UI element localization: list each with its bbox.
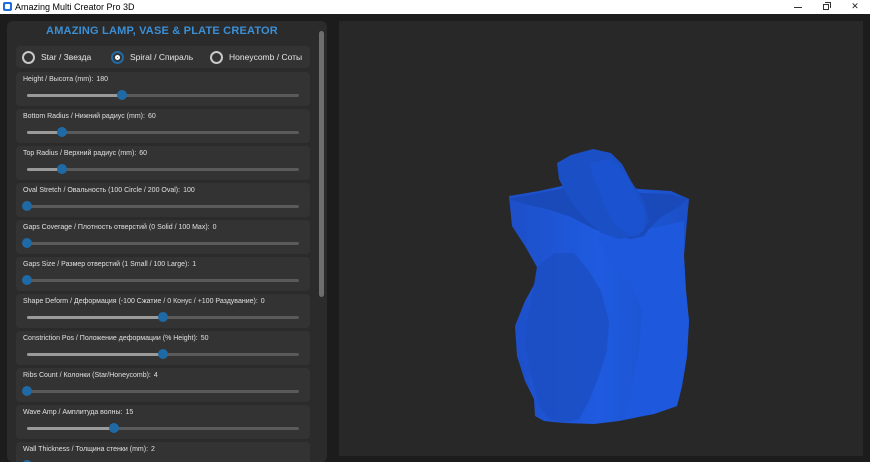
slider-thumb[interactable] [57, 127, 68, 137]
slider-label-text: Shape Deform / Деформация (-100 Сжатие /… [23, 298, 258, 305]
slider-thumb[interactable] [158, 312, 168, 322]
slider-thumb[interactable] [22, 238, 32, 248]
slider-fill [27, 316, 163, 319]
radio-dot [22, 50, 35, 64]
slider-value: 2 [151, 446, 155, 453]
slider-label: Oval Stretch / Овальность (100 Circle / … [23, 187, 195, 194]
slider-label: Gaps Coverage / Плотность отверстий (0 S… [23, 224, 217, 231]
slider-card: Constriction Pos / Положение деформации … [16, 331, 310, 365]
slider-label-text: Wall Thickness / Толщина стенки (mm): [23, 446, 149, 453]
slider-thumb[interactable] [22, 275, 32, 285]
slider-card: Gaps Size / Размер отверстий (1 Small / … [16, 257, 310, 291]
slider-value: 1 [192, 261, 197, 268]
slider-track[interactable] [22, 201, 299, 211]
slider-track[interactable] [27, 312, 299, 322]
slider-track[interactable] [27, 349, 299, 359]
radio-star[interactable]: Star / Звезда [22, 49, 91, 65]
slider-card: Height / Высота (mm): 180 [16, 72, 310, 106]
close-button[interactable]: ✕ [844, 0, 866, 14]
slider-label: Gaps Size / Размер отверстий (1 Small / … [23, 261, 196, 268]
slider-label: Top Radius / Верхний радиус (mm): 60 [23, 150, 147, 157]
slider-card: Bottom Radius / Нижний радиус (mm): 60 [16, 109, 310, 143]
slider-label: Wall Thickness / Толщина стенки (mm): 2 [23, 446, 155, 453]
slider-value: 60 [139, 150, 148, 157]
slider-card: Ribs Count / Колонки (Star/Honeycomb): 4 [16, 368, 310, 402]
slider-track[interactable] [22, 275, 299, 285]
slider-label-text: Ribs Count / Колонки (Star/Honeycomb): [23, 372, 151, 379]
title-bar: Amazing Multi Creator Pro 3D ✕ [0, 0, 870, 14]
radio-dot [111, 50, 124, 64]
slider-label: Shape Deform / Деформация (-100 Сжатие /… [23, 298, 265, 305]
scrollbar-thumb[interactable] [319, 31, 324, 297]
slider-card: Top Radius / Верхний радиус (mm): 60 [16, 146, 310, 180]
slider-card: Gaps Coverage / Плотность отверстий (0 S… [16, 220, 310, 254]
minimize-button[interactable] [787, 0, 809, 14]
slider-label-text: Height / Высота (mm): [23, 76, 94, 83]
slider-track[interactable] [27, 90, 299, 100]
slider-label-text: Gaps Coverage / Плотность отверстий (0 S… [23, 224, 210, 231]
slider-track[interactable] [27, 164, 299, 174]
slider-label-text: Wave Amp / Амплитуда волны: [23, 409, 123, 416]
radio-honeycomb[interactable]: Honeycomb / Соты [210, 49, 302, 65]
slider-fill [27, 353, 163, 356]
slider-thumb[interactable] [22, 386, 32, 396]
slider-fill [27, 94, 123, 97]
slider-thumb[interactable] [109, 423, 120, 433]
radio-spiral[interactable]: Spiral / Спираль [111, 49, 193, 65]
slider-label-text: Bottom Radius / Нижний радиус (mm): [23, 113, 145, 120]
slider-value: 180 [96, 76, 109, 83]
slider-label: Height / Высота (mm): 180 [23, 76, 108, 83]
slider-label: Wave Amp / Амплитуда волны: 15 [23, 409, 133, 416]
slider-card: Oval Stretch / Овальность (100 Circle / … [16, 183, 310, 217]
slider-track[interactable] [22, 386, 299, 396]
slider-thumb[interactable] [158, 349, 168, 359]
slider-fill [27, 427, 115, 430]
slider-label-text: Top Radius / Верхний радиус (mm): [23, 150, 137, 157]
slider-label: Bottom Radius / Нижний радиус (mm): 60 [23, 113, 156, 120]
slider-label: Ribs Count / Колонки (Star/Honeycomb): 4 [23, 372, 158, 379]
model-preview [509, 149, 689, 424]
slider-label-text: Gaps Size / Размер отверстий (1 Small / … [23, 261, 190, 268]
app-icon [3, 2, 12, 11]
slider-card: Shape Deform / Деформация (-100 Сжатие /… [16, 294, 310, 328]
settings-panel: AMAZING LAMP, VASE & PLATE CREATOR Star … [7, 21, 327, 462]
radio-label: Honeycomb / Соты [229, 52, 303, 62]
restore-button[interactable] [815, 0, 837, 14]
slider-thumb[interactable] [117, 90, 128, 100]
slider-track[interactable] [27, 127, 299, 137]
radio-dot [210, 50, 223, 64]
slider-value: 4 [153, 372, 158, 379]
radio-label: Spiral / Спираль [130, 52, 194, 62]
shape-mode-group: Star / Звезда Spiral / Спираль Honeycomb… [16, 46, 310, 68]
slider-label-text: Oval Stretch / Овальность (100 Circle / … [23, 187, 181, 194]
slider-card: Wall Thickness / Толщина стенки (mm): 2 [16, 442, 310, 462]
panel-scrollbar[interactable] [318, 29, 325, 461]
slider-track[interactable] [27, 423, 299, 433]
minimize-icon [794, 7, 802, 8]
slider-label-text: Constriction Pos / Положение деформации … [23, 335, 198, 342]
slider-value: 100 [183, 187, 195, 194]
slider-value: 0 [260, 298, 265, 305]
panel-title: AMAZING LAMP, VASE & PLATE CREATOR [46, 25, 278, 37]
3d-viewport[interactable] [339, 21, 863, 456]
radio-label: Star / Звезда [41, 52, 92, 62]
slider-value: 0 [212, 224, 217, 231]
slider-thumb[interactable] [57, 164, 68, 174]
slider-value: 60 [147, 113, 156, 120]
slider-thumb[interactable] [22, 201, 32, 211]
slider-value: 15 [125, 409, 134, 416]
slider-label: Constriction Pos / Положение деформации … [23, 335, 209, 342]
window-title: Amazing Multi Creator Pro 3D [15, 2, 135, 12]
slider-value: 50 [200, 335, 209, 342]
main-area: AMAZING LAMP, VASE & PLATE CREATOR Star … [0, 14, 870, 462]
slider-track[interactable] [22, 238, 299, 248]
close-icon: ✕ [851, 1, 859, 11]
slider-card: Wave Amp / Амплитуда волны: 15 [16, 405, 310, 439]
